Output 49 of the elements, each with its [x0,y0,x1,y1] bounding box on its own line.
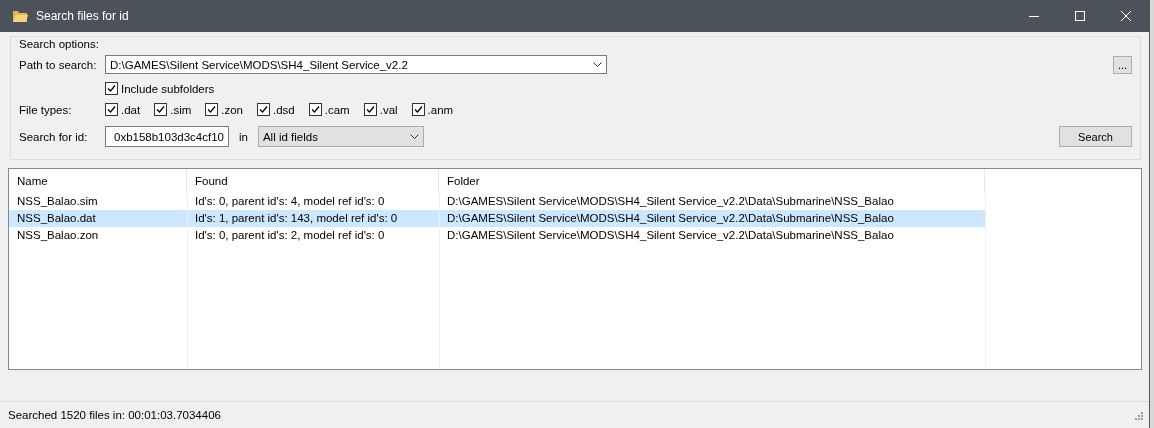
checkbox[interactable] [105,82,118,95]
table-cell-text: NSS_Balao.zon [16,228,100,243]
column-header[interactable]: Folder [439,169,985,193]
checkbox[interactable] [154,103,168,116]
file-type-checkbox[interactable]: .cam [308,103,350,116]
file-type-checkbox[interactable]: .dat [105,103,141,116]
checkbox[interactable] [363,103,377,116]
table-cell-text: Id's: 0, parent id's: 4, model ref id's: 0 [194,194,386,209]
resize-grip-icon[interactable] [1134,410,1143,420]
result-row[interactable]: NSS_Balao.dat Id's: 1, parent id's: 143, model ref id's: 0 D:\GAMES\Silent Service\MODS\SH4_Silent Service_v2.2\Data\Submarine\NSS_Balao [9,210,986,227]
table-cell-text: D:\GAMES\Silent Service\MODS\SH4_Silent Service_v2.2\Data\Submarine\NSS_Balao [446,228,895,243]
include-subfolders-checkbox[interactable]: Include subfolders [105,82,215,95]
field-label: Path to search: [19,58,98,71]
file-type-checkbox[interactable]: .anm [411,103,454,116]
column-header[interactable]: Name [9,169,187,193]
table-cell-text: NSS_Balao.dat [16,211,97,226]
field-label: Search for id: [19,130,89,143]
folder-icon [12,9,28,23]
file-type-checkbox[interactable]: .dsd [257,103,295,116]
window-title: Search files for id [36,9,130,23]
checkbox[interactable] [411,103,425,116]
browse-button[interactable]: ... [1113,55,1132,74]
chevron-down-icon [593,62,602,67]
table-cell-text: D:\GAMES\Silent Service\MODS\SH4_Silent Service_v2.2\Data\Submarine\NSS_Balao [446,194,895,209]
file-type-checkbox[interactable]: .val [363,103,398,116]
table-cell-text: D:\GAMES\Silent Service\MODS\SH4_Silent Service_v2.2\Data\Submarine\NSS_Balao [446,211,895,226]
checkbox[interactable] [257,103,271,116]
chevron-down-icon [409,134,419,139]
group-title: Search options: [19,38,100,51]
table-cell-text: Id's: 1, parent id's: 143, model ref id's: 0 [194,211,399,226]
close-icon [1121,11,1131,21]
table-cell-text: NSS_Balao.sim [16,194,99,209]
in-label: in [239,130,248,143]
file-type-checkbox[interactable]: .sim [154,103,192,116]
checkbox[interactable] [105,103,118,116]
result-row[interactable]: NSS_Balao.zon Id's: 0, parent id's: 2, model ref id's: 0 D:\GAMES\Silent Service\MODS\SH4_Silent Service_v2.2\Data\Submarine\NSS_Balao [9,227,986,244]
id-field-dropdown[interactable]: All id fields [257,126,424,147]
path-combobox[interactable]: D:\GAMES\Silent Service\MODS\SH4_Silent Service_v2.2 [105,55,607,74]
column-header[interactable]: Found [187,169,439,193]
search-button[interactable]: Search [1059,126,1132,147]
checkbox[interactable] [308,103,322,116]
table-cell-text: Id's: 0, parent id's: 2, model ref id's: 0 [194,228,386,243]
checkbox[interactable] [205,103,219,116]
result-row[interactable]: NSS_Balao.sim Id's: 0, parent id's: 4, model ref id's: 0 D:\GAMES\Silent Service\MODS\SH4_Silent Service_v2.2\Data\Submarine\NSS_Balao [9,193,986,210]
file-type-checkbox[interactable]: .zon [205,103,244,116]
field-label: File types: [19,103,73,116]
id-input-field[interactable]: 0xb158b103d3c4cf10 [105,126,229,147]
status-text: Searched 1520 files in: 00:01:03.7034406 [8,409,221,421]
maximize-icon [1075,11,1085,21]
